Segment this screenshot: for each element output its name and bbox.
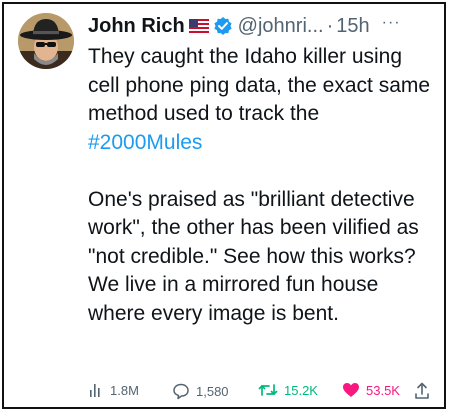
author-name[interactable]: John Rich <box>88 14 185 38</box>
like-count: 53.5K <box>366 382 400 398</box>
views-count: 1.8M <box>110 382 139 398</box>
retweet-icon <box>258 384 278 396</box>
us-flag-icon <box>188 19 209 33</box>
tweet-body: They caught the Idaho killer using cell … <box>88 43 438 328</box>
reply-icon <box>173 383 189 400</box>
views-button[interactable]: 1.8M <box>88 382 139 398</box>
share-icon <box>415 382 429 399</box>
tweet-paragraph-2: One's praised as "brilliant detective wo… <box>88 187 419 325</box>
author-avatar[interactable] <box>18 13 74 69</box>
reply-count: 1,580 <box>196 383 229 399</box>
more-options-icon[interactable]: ··· <box>382 11 401 35</box>
retweet-count: 15.2K <box>284 382 318 398</box>
separator-dot: · <box>326 15 334 37</box>
tweet-text-part1: They caught the Idaho killer using cell … <box>88 45 431 125</box>
tweet-timestamp[interactable]: 15h <box>336 14 369 38</box>
avatar-image <box>18 13 74 69</box>
like-button[interactable]: 53.5K <box>342 382 400 398</box>
author-handle[interactable]: @johnri... <box>238 14 324 38</box>
share-button[interactable] <box>414 382 436 400</box>
like-heart-icon <box>343 383 359 397</box>
hashtag-link[interactable]: #2000Mules <box>88 131 202 154</box>
retweet-button[interactable]: 15.2K <box>258 382 318 398</box>
tweet-header: John Rich @johnri... · 15h ··· <box>88 14 401 38</box>
views-chart-icon <box>90 384 100 397</box>
reply-button[interactable]: 1,580 <box>172 382 229 400</box>
verified-badge-icon <box>213 16 233 36</box>
tweet-card: John Rich @johnri... · 15h ··· They caug… <box>2 2 446 409</box>
tweet-paragraph: They caught the Idaho killer using cell … <box>88 43 438 157</box>
